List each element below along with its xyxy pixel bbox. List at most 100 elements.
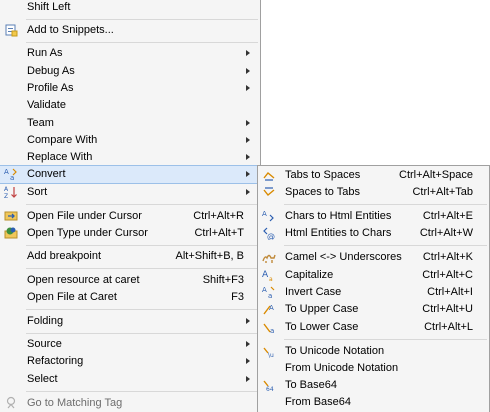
shortcut-label: F3 xyxy=(231,291,244,303)
svg-text:A: A xyxy=(262,286,267,294)
menu-item-label: Team xyxy=(27,117,54,129)
menu-item-label: Refactoring xyxy=(27,355,84,367)
menu-item-team[interactable]: Team xyxy=(0,114,260,132)
submenu-item-to-upper-case[interactable]: A To Upper Case Ctrl+Alt+U xyxy=(258,300,489,318)
submenu-arrow-icon xyxy=(246,137,250,143)
submenu-arrow-icon xyxy=(246,154,250,160)
submenu-item-from-unicode[interactable]: From Unicode Notation xyxy=(258,359,489,377)
menu-item-run-as[interactable]: Run As xyxy=(0,44,260,62)
menu-item-label: Select xyxy=(27,373,58,385)
to-base64-icon: 64 xyxy=(263,380,274,392)
submenu-item-to-lower-case[interactable]: a To Lower Case Ctrl+Alt+L xyxy=(258,318,489,336)
menu-item-convert[interactable]: A a Convert xyxy=(0,165,260,184)
submenu-item-html-to-chars[interactable]: @ Html Entities to Chars Ctrl+Alt+W xyxy=(258,224,489,242)
submenu-arrow-icon xyxy=(246,189,250,195)
menu-item-label: Convert xyxy=(27,168,66,180)
menu-item-add-to-snippets[interactable]: Add to Snippets... xyxy=(0,21,260,39)
svg-text:\u: \u xyxy=(268,352,274,358)
shortcut-label: Alt+Shift+B, B xyxy=(175,250,244,262)
menu-item-label: Compare With xyxy=(27,134,98,146)
svg-text:A: A xyxy=(4,168,9,176)
shortcut-label: Ctrl+Alt+L xyxy=(424,321,473,333)
menu-item-label: Profile As xyxy=(27,82,74,94)
submenu-arrow-icon xyxy=(246,318,250,324)
menu-item-open-file-under-cursor[interactable]: Open File under Cursor Ctrl+Alt+R xyxy=(0,207,260,225)
menu-item-label: Add breakpoint xyxy=(27,250,101,262)
shortcut-label: Ctrl+Alt+K xyxy=(422,251,473,263)
menu-item-compare-with[interactable]: Compare With xyxy=(0,131,260,149)
menu-item-label: Sort xyxy=(27,186,48,198)
menu-item-label: Open File at Caret xyxy=(27,291,117,303)
menu-separator xyxy=(284,204,487,205)
menu-separator xyxy=(284,245,487,246)
submenu-arrow-icon xyxy=(246,85,250,91)
svg-text:A: A xyxy=(262,270,269,280)
menu-item-debug-as[interactable]: Debug As xyxy=(0,62,260,80)
menu-item-sort[interactable]: A Z Sort xyxy=(0,183,260,201)
submenu-item-capitalize[interactable]: A a Capitalize Ctrl+Alt+C xyxy=(258,266,489,284)
menu-item-profile-as[interactable]: Profile As xyxy=(0,79,260,97)
menu-item-label: Folding xyxy=(27,315,64,327)
submenu-item-label: From Base64 xyxy=(285,396,352,408)
menu-separator xyxy=(26,391,258,392)
spaces-to-tabs-icon xyxy=(263,187,275,196)
submenu-item-invert-case[interactable]: A a Invert Case Ctrl+Alt+I xyxy=(258,283,489,301)
submenu-item-camel-underscores[interactable]: Camel <-> Underscores Ctrl+Alt+K xyxy=(258,248,489,266)
menu-item-add-breakpoint[interactable]: Add breakpoint Alt+Shift+B, B xyxy=(0,247,260,265)
submenu-item-label: Html Entities to Chars xyxy=(285,227,392,239)
submenu-item-label: Tabs to Spaces xyxy=(285,169,361,181)
menu-separator xyxy=(26,245,258,246)
open-type-icon xyxy=(4,227,18,239)
open-file-icon xyxy=(4,211,18,221)
menu-item-select[interactable]: Select xyxy=(0,370,260,388)
shortcut-label: Ctrl+Alt+Space xyxy=(399,169,473,181)
submenu-arrow-icon xyxy=(246,376,250,382)
convert-icon: A a xyxy=(4,168,17,181)
menu-item-folding[interactable]: Folding xyxy=(0,312,260,330)
submenu-arrow-icon xyxy=(246,358,250,364)
menu-item-refactoring[interactable]: Refactoring xyxy=(0,352,260,370)
submenu-item-label: Invert Case xyxy=(285,286,342,298)
shortcut-label: Ctrl+Alt+I xyxy=(427,286,473,298)
menu-separator xyxy=(26,333,258,334)
submenu-item-tabs-to-spaces[interactable]: Tabs to Spaces Ctrl+Alt+Space xyxy=(258,166,489,184)
submenu-arrow-icon xyxy=(246,120,250,126)
menu-item-label: Debug As xyxy=(27,65,75,77)
html-to-chars-icon: @ xyxy=(263,227,275,240)
lower-case-icon: a xyxy=(263,323,274,334)
svg-text:a: a xyxy=(269,276,273,282)
submenu-item-label: Camel <-> Underscores xyxy=(285,251,402,263)
submenu-arrow-icon xyxy=(246,50,250,56)
submenu-item-spaces-to-tabs[interactable]: Spaces to Tabs Ctrl+Alt+Tab xyxy=(258,183,489,201)
to-unicode-icon: \u xyxy=(263,347,274,358)
menu-separator xyxy=(26,204,258,205)
menu-item-go-to-matching-tag[interactable]: Go to Matching Tag xyxy=(0,394,260,412)
submenu-item-from-base64[interactable]: From Base64 xyxy=(258,393,489,411)
menu-separator xyxy=(26,309,258,310)
submenu-item-to-unicode[interactable]: \u To Unicode Notation xyxy=(258,342,489,360)
svg-text:A: A xyxy=(269,304,274,312)
menu-item-source[interactable]: Source xyxy=(0,335,260,353)
shortcut-label: Ctrl+Alt+T xyxy=(194,227,244,239)
submenu-item-to-base64[interactable]: 64 To Base64 xyxy=(258,376,489,394)
submenu-arrow-icon xyxy=(246,341,250,347)
shortcut-label: Ctrl+Alt+C xyxy=(422,269,473,281)
menu-item-validate[interactable]: Validate xyxy=(0,96,260,114)
menu-item-label: Open File under Cursor xyxy=(27,210,142,222)
menu-item-label: Open resource at caret xyxy=(27,274,140,286)
submenu-item-label: To Upper Case xyxy=(285,303,359,315)
menu-item-open-type-under-cursor[interactable]: Open Type under Cursor Ctrl+Alt+T xyxy=(0,224,260,242)
menu-item-replace-with[interactable]: Replace With xyxy=(0,148,260,166)
submenu-item-chars-to-html[interactable]: A Chars to Html Entities Ctrl+Alt+E xyxy=(258,207,489,225)
invert-case-icon: A a xyxy=(262,286,275,299)
menu-item-shift-left[interactable]: Shift Left xyxy=(0,0,260,16)
menu-item-open-file-at-caret[interactable]: Open File at Caret F3 xyxy=(0,288,260,306)
svg-text:@: @ xyxy=(267,232,275,240)
context-menu: Shift Left Add to Snippets... Run As Deb… xyxy=(0,0,261,412)
shortcut-label: Shift+F3 xyxy=(202,274,244,286)
tabs-to-spaces-icon xyxy=(263,172,275,181)
convert-submenu: Tabs to Spaces Ctrl+Alt+Space Spaces to … xyxy=(257,165,490,412)
svg-text:64: 64 xyxy=(266,386,274,392)
submenu-arrow-icon xyxy=(246,171,250,177)
menu-item-open-resource-at-caret[interactable]: Open resource at caret Shift+F3 xyxy=(0,271,260,289)
